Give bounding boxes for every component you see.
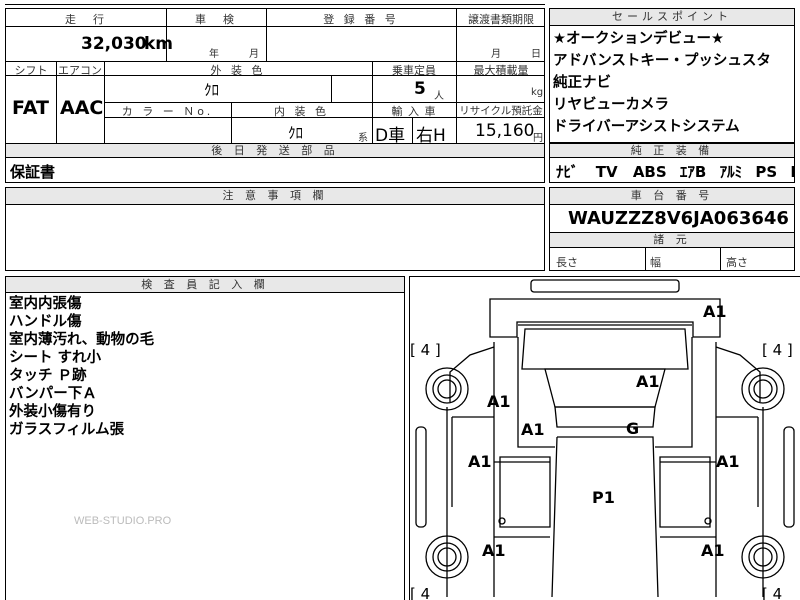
color-no-label: カ ラ ー Ｎo. (121, 105, 214, 118)
inspector-note: 室内薄汚れ、動物の毛 (9, 332, 155, 348)
sales-points-list: ★オークションデビュー★ アドバンストキー・プッシュスタ 純正ナビ リヤビューカ… (553, 30, 771, 136)
interior-suffix: 系 (358, 133, 368, 144)
registration-label: 登 録 番 号 (323, 13, 399, 26)
aircon-value: AAC (60, 97, 104, 119)
watermark: WEB-STUDIO.PRO (74, 515, 172, 527)
equipment-title: 純 正 装 備 (550, 144, 794, 158)
chassis-title: 車 台 番 号 (550, 188, 794, 205)
recycle-unit: 円 (533, 133, 543, 144)
damage-mark: G (626, 419, 639, 438)
sales-point-line: 純正ナビ (553, 75, 611, 91)
notes-title: 注 意 事 項 欄 (6, 188, 544, 205)
equipment-section: 純 正 装 備 ﾅﾋﾞ TV ABS ｴｱB ｱﾙﾐ PS PW (549, 143, 795, 183)
later-parts-label: 後 日 発 送 部 品 (6, 144, 544, 158)
later-parts-section: 後 日 発 送 部 品 保証書 (5, 143, 545, 183)
equipment-item: ﾅﾋﾞ (556, 163, 579, 181)
capacity-value: 5 (414, 79, 426, 99)
max-load-label: 最大積載量 (473, 64, 529, 77)
width-label: 幅 (650, 256, 661, 269)
aircon-label: エアコン (58, 64, 102, 77)
top-strip (5, 4, 545, 5)
damage-mark: A1 (636, 372, 660, 391)
sales-point-line: ドライバーアシストシステム (553, 119, 740, 135)
damage-mark: A1 (703, 302, 727, 321)
capacity-label: 乗車定員 (392, 64, 436, 77)
damage-mark: A1 (468, 452, 492, 471)
equipment-item: ｱﾙﾐ (719, 163, 743, 181)
tire-label-rear-right: [ 4 ] (762, 341, 793, 359)
equipment-item: TV (595, 163, 618, 181)
sales-point-line: アドバンストキー・プッシュスタ (553, 53, 771, 69)
sales-points-section: セールスポイント ★オークションデビュー★ アドバンストキー・プッシュスタ 純正… (549, 8, 795, 143)
exterior-color-value: ｸﾛ (204, 81, 220, 99)
inspector-title: 検 査 員 記 入 欄 (6, 277, 404, 293)
car-diagram: [ 4 ] [ 4 ] [ 4 [ 4 A1 A1 A1 A1 G A1 A1 … (410, 279, 795, 600)
equipment-item: ABS (632, 163, 667, 181)
equipment-item: ｴｱB (679, 163, 707, 181)
shift-value: FAT (12, 97, 49, 119)
recycle-fee-label: リサイクル預託金 (459, 105, 543, 117)
damage-mark: A1 (521, 420, 545, 439)
transfer-deadline-label: 譲渡書類期限 (468, 13, 534, 26)
tire-label-rear-left: [ 4 ] (410, 341, 441, 359)
damage-mark: A1 (716, 452, 740, 471)
max-load-unit: kg (531, 87, 544, 98)
damage-mark: A1 (701, 541, 725, 560)
inspector-section: 検 査 員 記 入 欄 室内内張傷 ハンドル傷 室内薄汚れ、動物の毛 シート す… (5, 276, 405, 600)
mileage-value: 32,030 (81, 34, 147, 54)
interior-color-label: 内 装 色 (274, 105, 329, 118)
chassis-number: WAUZZZ8V6JA063646 (568, 208, 789, 229)
sales-point-line: リヤビューカメラ (553, 97, 669, 113)
damage-mark: P1 (592, 488, 615, 507)
height-label: 高さ (726, 256, 748, 269)
recycle-value: 15,160 (475, 121, 535, 141)
inspector-note: 室内内張傷 (9, 296, 82, 312)
equipment-list: ﾅﾋﾞ TV ABS ｴｱB ｱﾙﾐ PS PW (556, 161, 794, 182)
car-diagram-section: [ 4 ] [ 4 ] [ 4 [ 4 A1 A1 A1 A1 G A1 A1 … (409, 276, 800, 600)
dims-title: 諸 元 (550, 232, 794, 248)
inspector-note: ガラスフィルム張 (9, 422, 125, 438)
inspector-note: 外装小傷有り (9, 404, 96, 420)
inspector-note: バンパー下Ａ (9, 386, 97, 402)
equipment-item: PW (790, 163, 794, 181)
tire-label-front-right: [ 4 (762, 585, 782, 600)
interior-color-value: ｸﾛ (288, 124, 304, 142)
inspector-note: ハンドル傷 (9, 314, 82, 330)
inspection-label: 車 検 (195, 13, 237, 26)
chassis-section: 車 台 番 号 WAUZZZ8V6JA063646 諸 元 長さ 幅 高さ (549, 187, 795, 271)
damage-mark: A1 (487, 392, 511, 411)
vehicle-info-table: 走 行 車 検 登 録 番 号 譲渡書類期限 32,030 km 年 月 月 日… (5, 8, 545, 158)
mileage-label: 走 行 (65, 13, 107, 26)
damage-mark: A1 (482, 541, 506, 560)
later-parts-value: 保証書 (10, 163, 56, 181)
sales-points-title: セールスポイント (550, 9, 794, 26)
inspection-year-label: 年 (209, 49, 219, 60)
inspector-note: タッチ Ｐ跡 (9, 368, 87, 384)
notes-section: 注 意 事 項 欄 (5, 187, 545, 271)
inspection-month-label: 月 (249, 49, 259, 60)
import-label: 輸 入 車 (391, 105, 437, 118)
tire-label-front-left: [ 4 (410, 585, 430, 600)
sales-point-line: ★オークションデビュー★ (553, 31, 724, 47)
equipment-item: PS (755, 163, 778, 181)
transfer-day-label: 日 (531, 49, 541, 60)
inspector-notes-list: 室内内張傷 ハンドル傷 室内薄汚れ、動物の毛 シート すれ小 タッチ Ｐ跡 バン… (9, 295, 154, 439)
length-label: 長さ (556, 256, 578, 269)
capacity-unit: 人 (434, 91, 444, 102)
shift-label: シフト (14, 64, 48, 77)
inspector-note: シート すれ小 (9, 350, 102, 366)
mileage-unit: km (144, 34, 174, 54)
transfer-month-label: 月 (491, 49, 501, 60)
